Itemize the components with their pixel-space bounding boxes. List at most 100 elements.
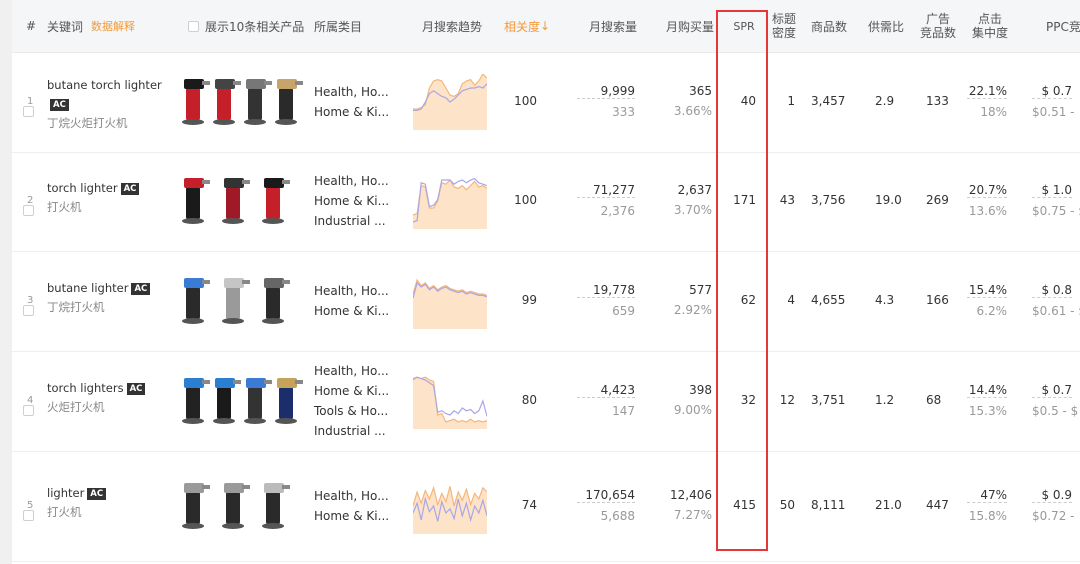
ppc-range: $0.61 - $	[1032, 304, 1080, 318]
table-row[interactable]: 4 torch lighters AC 火炬打火机 Health, Ho... Ho…	[12, 351, 1080, 452]
supply-demand-value: 21.0	[875, 498, 902, 512]
keyword-text[interactable]: torch lighter	[47, 181, 118, 195]
purchase-rate-value: 3.70%	[673, 203, 712, 217]
ac-badge: AC	[126, 383, 146, 395]
search-trend-sparkline[interactable]	[413, 74, 487, 130]
keyword-cell[interactable]: butane lighter AC 丁烷打火机	[47, 279, 182, 317]
header-ad-products[interactable]: 广告 竞品数	[918, 0, 958, 52]
ppc-cell: $ 0.8 $0.61 - $	[1032, 283, 1080, 318]
product-thumbnail-image[interactable]	[209, 75, 243, 125]
monthly-purchase-cell: 12,406 7.27%	[652, 488, 712, 522]
monthly-purchase-value: 365	[689, 84, 712, 98]
supply-demand-value: 2.9	[875, 94, 895, 108]
header-click-l1: 点击	[977, 12, 1002, 26]
row-checkbox[interactable]	[23, 510, 34, 521]
product-thumbnail-image[interactable]	[209, 374, 243, 424]
product-thumbnail-image[interactable]	[271, 75, 305, 125]
search-trend-sparkline[interactable]	[413, 373, 487, 429]
table-row[interactable]: 1 butane torch lighter AC 丁烷火炬打火机 Health,…	[12, 52, 1080, 153]
products-count-value: 3,751	[811, 393, 846, 407]
product-thumbnail-image[interactable]	[258, 479, 292, 529]
search-trend-sparkline[interactable]	[413, 478, 487, 534]
product-thumbnail-image[interactable]	[218, 479, 252, 529]
category-item: Home & Ki...	[314, 194, 390, 208]
keyword-cell[interactable]: torch lighter AC 打火机	[47, 179, 182, 217]
product-thumbnail-image[interactable]	[271, 374, 305, 424]
category-item: Industrial ...	[314, 424, 386, 438]
header-keyword: 关键词 数据解释	[47, 0, 177, 52]
sort-desc-icon[interactable]: ↓	[540, 19, 550, 33]
monthly-search-value: 71,277	[577, 183, 635, 198]
click-concentration-sub: 6.2%	[976, 304, 1008, 318]
product-thumbnail-image[interactable]	[178, 174, 212, 224]
ppc-cell: $ 1.0 $0.75 - $	[1032, 183, 1080, 218]
keyword-cell[interactable]: lighter AC 打火机	[47, 484, 182, 522]
keyword-research-table: # 关键词 数据解释 展示10条相关产品 所属类目 月搜索趋势 相关度 ↓ 月搜…	[0, 0, 1080, 564]
click-concentration-value: 22.1%	[967, 84, 1007, 99]
product-thumbnail-image[interactable]	[178, 75, 212, 125]
relevance-value: 100	[514, 94, 537, 108]
row-checkbox[interactable]	[23, 305, 34, 316]
product-thumbnail-image[interactable]	[218, 174, 252, 224]
relevance-value: 99	[521, 293, 537, 307]
trend-area	[413, 180, 487, 229]
search-trend-sparkline[interactable]	[413, 273, 487, 329]
category-cell: Health, Ho... Home & Ki...	[314, 281, 389, 321]
monthly-purchase-value: 577	[689, 283, 712, 297]
click-concentration-value: 15.4%	[967, 283, 1007, 298]
ac-badge: AC	[120, 183, 140, 195]
keyword-text[interactable]: butane lighter	[47, 281, 128, 295]
header-index: #	[26, 19, 37, 33]
header-click-concentration[interactable]: 点击 集中度	[970, 0, 1010, 52]
header-ppc[interactable]: PPC竞	[1046, 0, 1080, 52]
row-checkbox[interactable]	[23, 205, 34, 216]
product-thumbnail-image[interactable]	[240, 75, 274, 125]
keyword-cell[interactable]: butane torch lighter AC 丁烷火炬打火机	[47, 76, 182, 133]
data-explanation-link[interactable]: 数据解释	[91, 18, 135, 34]
keyword-cell[interactable]: torch lighters AC 火炬打火机	[47, 379, 182, 417]
spr-highlight-box	[716, 10, 768, 551]
product-thumbnail-image[interactable]	[240, 374, 274, 424]
row-checkbox[interactable]	[23, 106, 34, 117]
header-title-density[interactable]: 标题 密度	[770, 0, 798, 52]
keyword-cn: 丁烷打火机	[47, 300, 105, 314]
purchase-rate-value: 9.00%	[673, 403, 712, 417]
category-item: Health, Ho...	[314, 364, 389, 378]
monthly-purchase-value: 398	[689, 383, 712, 397]
product-thumbnails[interactable]	[178, 374, 308, 424]
ad-products-value: 447	[926, 498, 949, 512]
product-thumbnails[interactable]	[178, 174, 308, 224]
show-products-checkbox[interactable]	[188, 20, 199, 32]
product-thumbnail-image[interactable]	[258, 274, 292, 324]
header-supply-demand[interactable]: 供需比	[868, 0, 908, 52]
product-thumbnails[interactable]	[178, 75, 308, 125]
keyword-text[interactable]: lighter	[47, 486, 84, 500]
product-thumbnails[interactable]	[178, 479, 308, 529]
table-row[interactable]: 5 lighter AC 打火机 Health, Ho... Home & Ki..…	[12, 451, 1080, 562]
product-thumbnail-image[interactable]	[258, 174, 292, 224]
product-thumbnail-image[interactable]	[178, 479, 212, 529]
search-trend-sparkline[interactable]	[413, 173, 487, 229]
header-monthly-search[interactable]: 月搜索量	[567, 0, 637, 52]
click-concentration-value: 14.4%	[967, 383, 1007, 398]
ppc-cell: $ 0.9 $0.72 -	[1032, 488, 1080, 523]
header-click-l2: 集中度	[971, 26, 1008, 40]
header-show-products[interactable]: 展示10条相关产品	[188, 0, 313, 52]
table-row[interactable]: 2 torch lighter AC 打火机 Health, Ho... Home …	[12, 151, 1080, 252]
product-thumbnail-image[interactable]	[178, 274, 212, 324]
title-density-value: 12	[779, 393, 795, 407]
keyword-text[interactable]: butane torch lighter	[47, 78, 162, 92]
monthly-search-value: 19,778	[577, 283, 635, 298]
row-checkbox[interactable]	[23, 405, 34, 416]
table-row[interactable]: 3 butane lighter AC 丁烷打火机 Health, Ho... Ho…	[12, 251, 1080, 352]
category-item: Health, Ho...	[314, 489, 389, 503]
ppc-value: $ 0.9	[1032, 488, 1072, 503]
click-concentration-sub: 15.3%	[968, 404, 1007, 418]
product-thumbnail-image[interactable]	[218, 274, 252, 324]
header-relevance[interactable]: 相关度 ↓	[504, 0, 554, 52]
keyword-text[interactable]: torch lighters	[47, 381, 124, 395]
header-products-count[interactable]: 商品数	[811, 0, 851, 52]
product-thumbnail-image[interactable]	[178, 374, 212, 424]
product-thumbnails[interactable]	[178, 274, 308, 324]
header-monthly-purchase[interactable]: 月购买量	[652, 0, 714, 52]
